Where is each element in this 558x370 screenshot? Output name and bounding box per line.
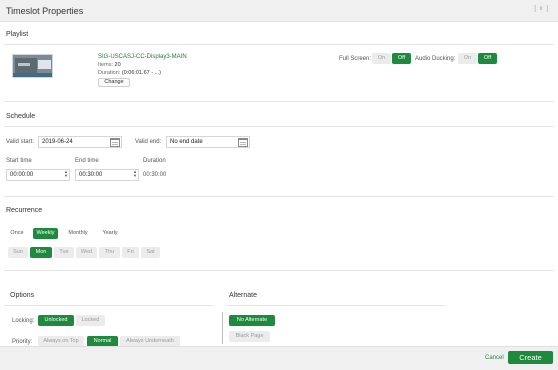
recurrence-heading: Recurrence xyxy=(6,207,43,214)
fullscreen-off-option[interactable]: Off xyxy=(392,53,411,64)
playlist-name[interactable]: SIG-USCASJ-CC-Display3-MAIN xyxy=(98,54,187,60)
stepper-arrows-icon[interactable]: ▲ ▼ xyxy=(133,170,137,178)
calendar-icon[interactable] xyxy=(238,138,248,147)
frequency-yearly[interactable]: Yearly xyxy=(98,228,122,239)
ducking-on-option[interactable]: On xyxy=(458,53,477,64)
alternate-none[interactable]: No Alternate xyxy=(229,315,275,326)
fullscreen-label: Full Screen: xyxy=(339,56,372,62)
divider xyxy=(4,44,554,45)
divider xyxy=(4,126,554,127)
day-sun[interactable]: Sun xyxy=(8,247,28,258)
close-button[interactable]: [ x ] xyxy=(534,6,549,12)
day-thu[interactable]: Thu xyxy=(99,247,120,258)
day-tue[interactable]: Tue xyxy=(54,247,74,258)
locking-label: Locking: xyxy=(12,318,35,324)
playlist-thumbnail xyxy=(12,54,53,78)
priority-label: Priority: xyxy=(12,339,33,345)
valid-start-label: Valid start: xyxy=(6,139,34,145)
alternate-divider xyxy=(222,312,223,344)
playlist-items: Items: 20 xyxy=(98,62,121,68)
valid-end-label: Valid end: xyxy=(135,139,162,145)
end-time-input[interactable]: 00:30:00 xyxy=(75,169,139,181)
alternate-black-page[interactable]: Black Page xyxy=(229,331,270,342)
divider xyxy=(4,196,554,197)
playlist-duration: Duration: (0:06:01.67 - ...) xyxy=(98,70,161,76)
divider xyxy=(4,101,554,102)
alternate-heading: Alternate xyxy=(229,292,258,299)
frequency-weekly[interactable]: Weekly xyxy=(33,228,58,239)
dialog-title: Timeslot Properties xyxy=(6,6,84,16)
duration-value: 00:30:00 xyxy=(143,172,167,178)
end-time-label: End time xyxy=(75,158,99,164)
change-playlist-button[interactable]: Change xyxy=(98,78,130,87)
cancel-button[interactable]: Cancel xyxy=(485,355,504,361)
start-time-input[interactable]: 00:00:00 xyxy=(6,169,70,181)
divider xyxy=(226,305,446,306)
ducking-off-option[interactable]: Off xyxy=(478,53,497,64)
day-mon[interactable]: Mon xyxy=(30,247,52,258)
divider xyxy=(4,305,214,306)
day-fri[interactable]: Fri xyxy=(122,247,139,258)
locking-locked[interactable]: Locked xyxy=(76,315,105,326)
day-sat[interactable]: Sat xyxy=(141,247,160,258)
dialog-footer xyxy=(0,346,558,370)
day-wed[interactable]: Wed xyxy=(76,247,97,258)
duration-label: Duration xyxy=(143,158,166,164)
frequency-once[interactable]: Once xyxy=(6,228,28,239)
divider xyxy=(4,270,554,271)
fullscreen-toggle[interactable]: On Off xyxy=(372,53,411,64)
start-time-label: Start time xyxy=(6,158,32,164)
audio-ducking-toggle[interactable]: On Off xyxy=(458,53,497,64)
stepper-arrows-icon[interactable]: ▲ ▼ xyxy=(64,170,68,178)
locking-unlocked[interactable]: Unlocked xyxy=(38,315,74,326)
options-heading: Options xyxy=(10,292,35,299)
playlist-heading: Playlist xyxy=(6,31,29,38)
title-bar: Timeslot Properties [ x ] xyxy=(0,0,558,22)
calendar-icon[interactable] xyxy=(110,138,120,147)
schedule-heading: Schedule xyxy=(6,113,36,120)
create-button[interactable]: Create xyxy=(508,351,553,364)
frequency-monthly[interactable]: Monthly xyxy=(64,228,92,239)
fullscreen-on-option[interactable]: On xyxy=(372,53,391,64)
audio-ducking-label: Audio Ducking: xyxy=(415,56,456,62)
